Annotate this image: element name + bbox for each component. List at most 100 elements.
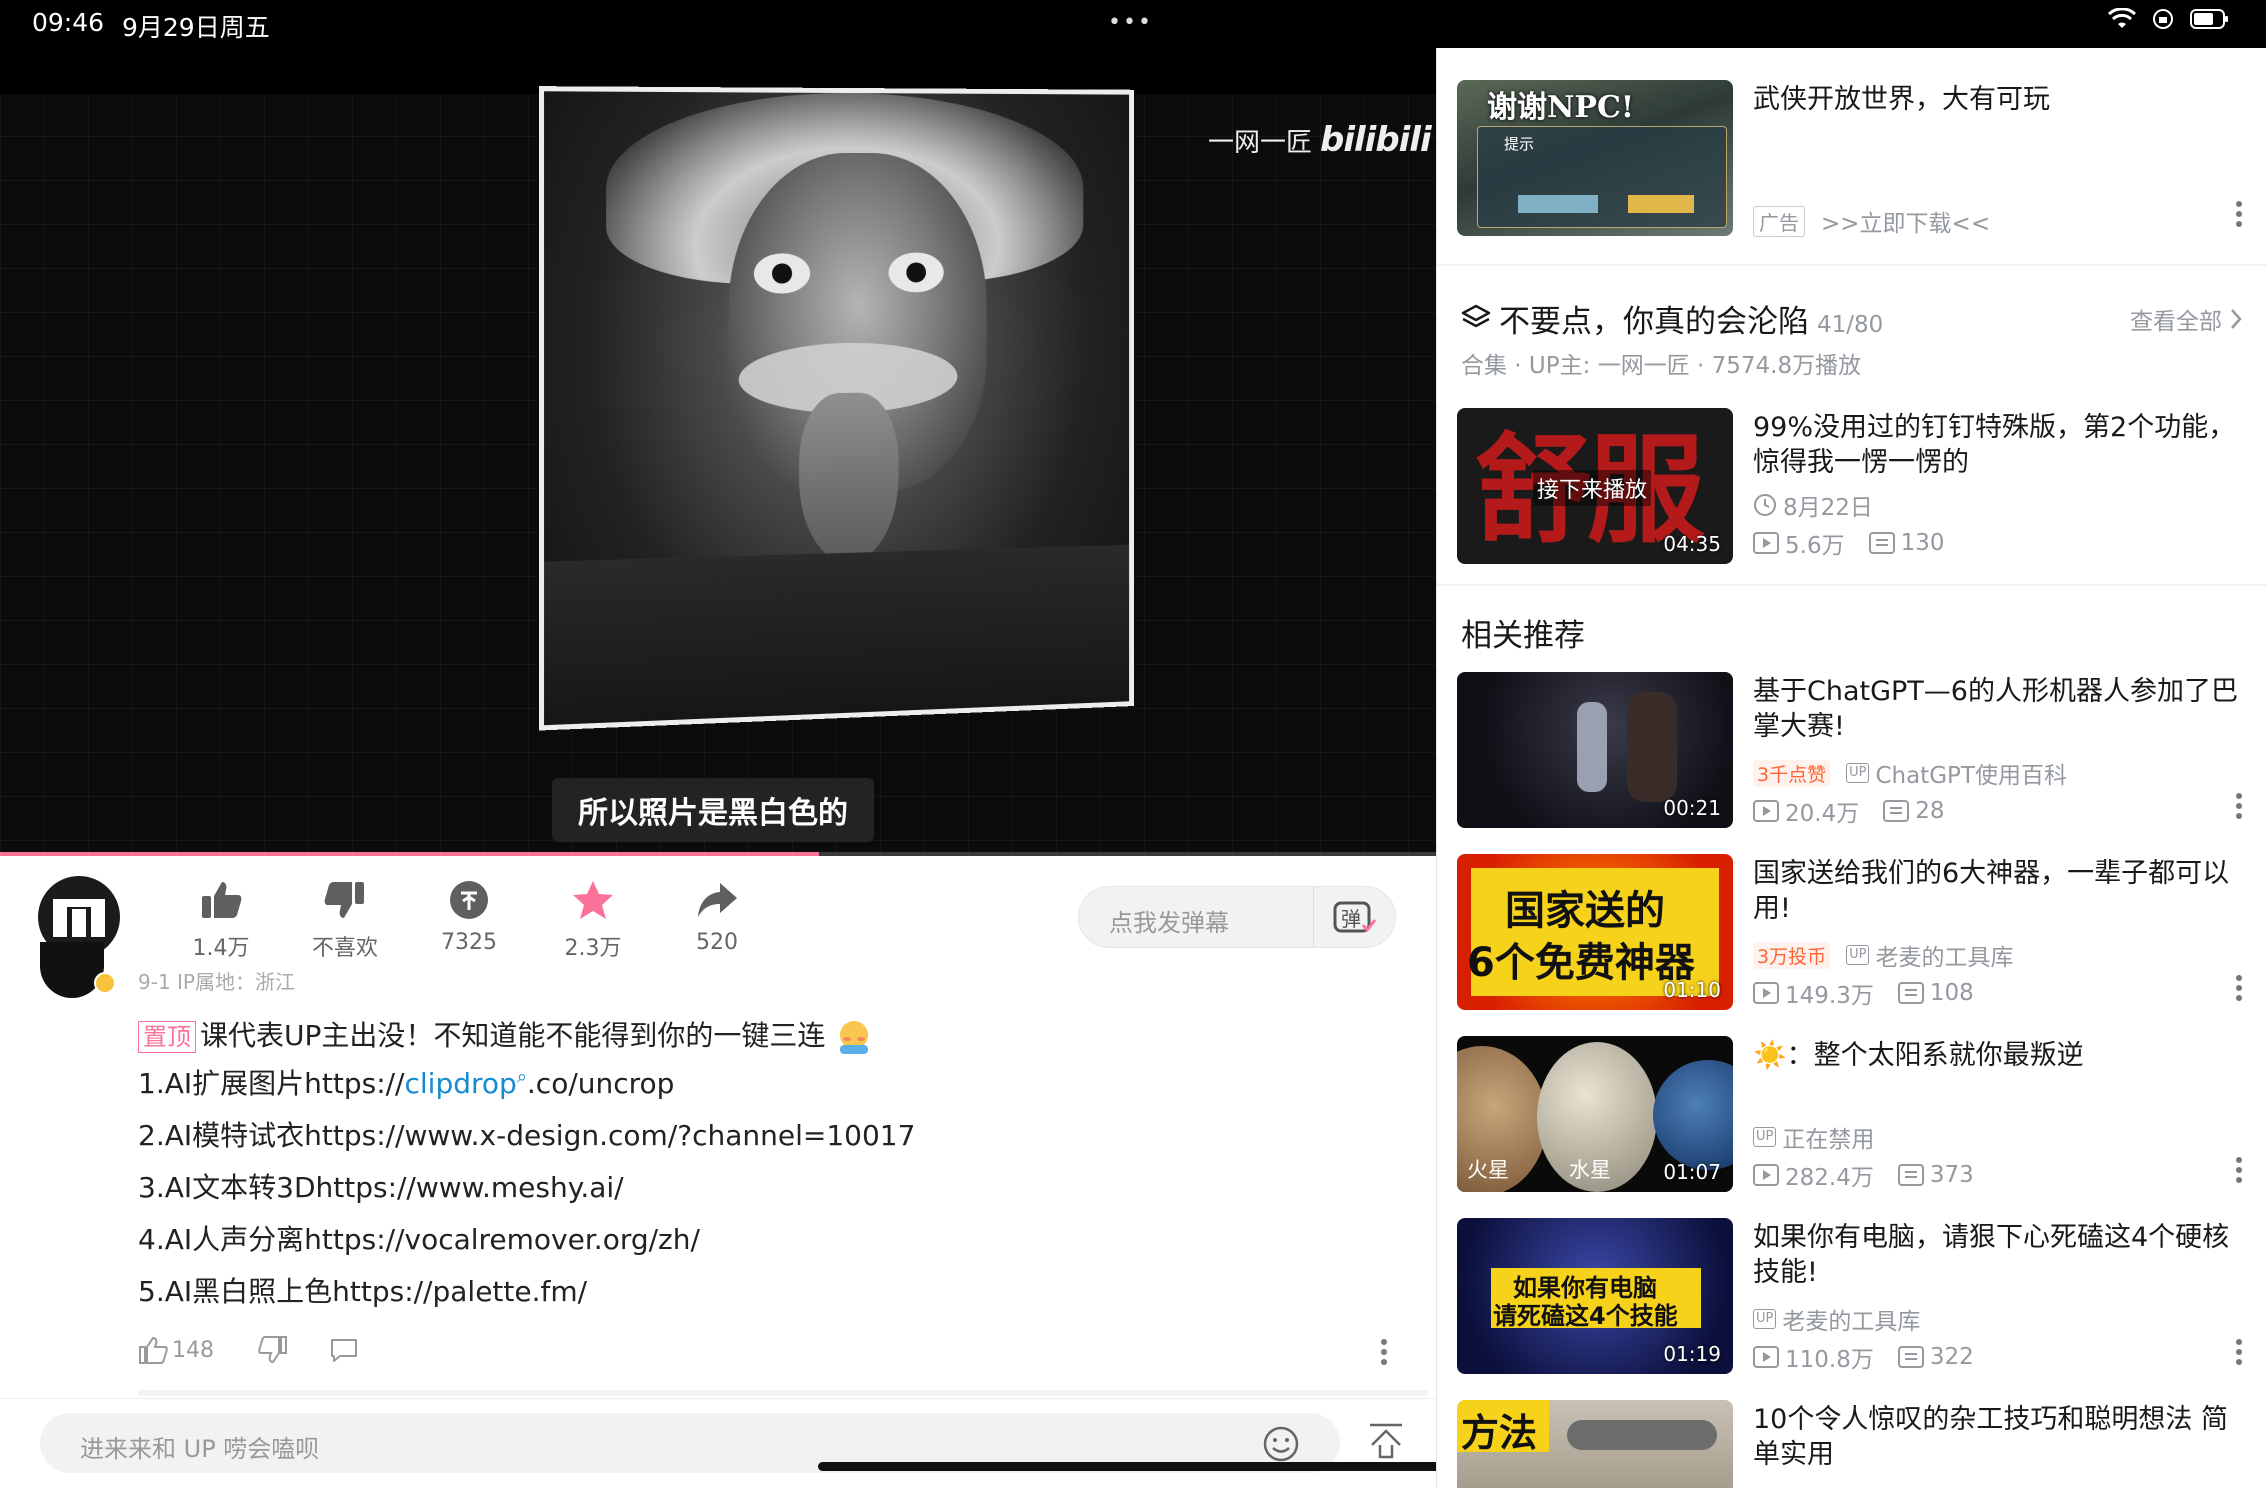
comment-more-icon[interactable]: [1380, 1338, 1388, 1366]
person-figure: [1627, 692, 1677, 802]
related-up-row: 3千点赞 UP ChatGPT使用百科: [1753, 756, 2067, 790]
related-title[interactable]: 如果你有电脑，请狠下心死磕这4个硬核技能!: [1753, 1220, 2243, 1290]
search-icon[interactable]: ⌕: [517, 1067, 527, 1088]
multitasking-dots-icon[interactable]: •••: [1108, 10, 1153, 35]
related-up-name[interactable]: ChatGPT使用百科: [1875, 756, 2067, 790]
next-video-card[interactable]: 舒服 接下来播放 04:35 99%没用过的钉钉特殊版，第2个功能，惊得我一愣一…: [1457, 408, 2257, 568]
commenter-badge-icon: [94, 972, 116, 994]
coin-button[interactable]: 7325: [414, 876, 524, 955]
layers-icon: [1461, 304, 1491, 328]
ad-thumbnail[interactable]: 谢谢NPC! 提示: [1457, 80, 1733, 236]
related-thumbnail[interactable]: 火星 水星 01:07: [1457, 1036, 1733, 1192]
related-stats: 149.3万 108: [1753, 976, 1974, 1010]
danmaku-count-icon: [1897, 1164, 1924, 1186]
up-tag-icon: UP: [1846, 763, 1870, 783]
scroll-to-top-icon[interactable]: [1366, 1421, 1406, 1461]
view-all-link[interactable]: 查看全部: [2130, 302, 2242, 336]
favorite-button[interactable]: 2.3万: [538, 876, 648, 962]
danmaku-icon-text: 弹: [1341, 907, 1361, 931]
home-indicator[interactable]: [818, 1462, 1448, 1471]
play-count-icon: [1753, 982, 1779, 1004]
next-video-date: 8月22日: [1783, 495, 1873, 521]
related-video-card[interactable]: 00:21 基于ChatGPT—6的人形机器人参加了巴掌大赛! 3千点赞 UP …: [1457, 672, 2257, 832]
related-more-icon[interactable]: [2235, 1156, 2243, 1188]
related-video-card[interactable]: 火星 水星 01:07 ☀️：整个太阳系就你最叛逆 UP 正在禁用 282.4万…: [1457, 1036, 2257, 1196]
ad-card[interactable]: 谢谢NPC! 提示 武侠开放世界，大有可玩 广告 >>立即下载<<: [1457, 80, 2257, 240]
emoji-icon[interactable]: [1262, 1425, 1300, 1463]
collection-header[interactable]: 不要点，你真的会沦陷 41/80: [1461, 296, 1883, 341]
video-subtitle: 所以照片是黑白色的: [552, 778, 874, 842]
related-title[interactable]: 10个令人惊叹的杂工技巧和聪明想法 简单实用: [1753, 1402, 2243, 1472]
comment-meta: 9-1 IP属地：浙江: [138, 970, 295, 994]
related-duration: 01:10: [1663, 978, 1721, 1002]
related-up-name[interactable]: 正在禁用: [1782, 1120, 1874, 1154]
related-thumbnail[interactable]: 方法: [1457, 1400, 1733, 1488]
comment-like-button[interactable]: 148: [138, 1336, 214, 1364]
favorite-count: 2.3万: [564, 936, 622, 961]
related-up-row: UP 老麦的工具库: [1753, 1302, 1920, 1336]
uploader-logo-icon: [53, 899, 105, 937]
thumb-line1: 国家送的: [1505, 888, 1665, 934]
status-date: 9月29日周五: [122, 13, 270, 42]
danmaku-toggle-button[interactable]: 弹: [1313, 887, 1395, 947]
related-views: 282.4万: [1785, 1165, 1874, 1191]
next-video-thumbnail[interactable]: 舒服 接下来播放 04:35: [1457, 408, 1733, 564]
thumbs-down-outline-icon[interactable]: [258, 1336, 288, 1364]
related-more-icon[interactable]: [2235, 974, 2243, 1006]
ad-thumb-dialog: 提示: [1477, 126, 1727, 228]
ad-more-icon[interactable]: [2235, 200, 2243, 232]
photo-tongue: [799, 392, 899, 565]
thumb-line2: 6个免费神器: [1467, 940, 1695, 986]
comment-text-1-suffix: .co/uncrop: [526, 1067, 675, 1100]
next-video-danmaku: 130: [1900, 530, 1945, 556]
comment-line-4: 4.AI人声分离https://vocalremover.org/zh/: [138, 1223, 700, 1256]
related-thumbnail[interactable]: 00:21: [1457, 672, 1733, 828]
blush-emoji-icon: [840, 1021, 869, 1054]
related-more-icon[interactable]: [2235, 792, 2243, 824]
ad-title[interactable]: 武侠开放世界，大有可玩: [1753, 82, 2243, 117]
related-up-name[interactable]: 老麦的工具库: [1782, 1302, 1920, 1336]
star-icon: [573, 881, 613, 919]
related-video-card[interactable]: 如果你有电脑 请死磕这4个技能 01:19 如果你有电脑，请狠下心死磕这4个硬核…: [1457, 1218, 2257, 1378]
related-thumbnail[interactable]: 如果你有电脑 请死磕这4个技能 01:19: [1457, 1218, 1733, 1374]
like-count: 1.4万: [192, 936, 250, 961]
coin-count: 7325: [441, 930, 497, 955]
battery-icon: [2190, 9, 2228, 29]
reply-bubble-icon[interactable]: [328, 1336, 360, 1364]
up-tag-icon: UP: [1846, 945, 1870, 965]
related-title[interactable]: ☀️：整个太阳系就你最叛逆: [1753, 1038, 2243, 1073]
related-more-icon[interactable]: [2235, 1338, 2243, 1370]
dislike-button[interactable]: 不喜欢: [290, 876, 400, 962]
recommendation-panel: 谢谢NPC! 提示 武侠开放世界，大有可玩 广告 >>立即下载<< 不要点，你真…: [1436, 48, 2266, 1488]
thumb-text: 方法: [1461, 1411, 1538, 1455]
video-frame-photo: [538, 86, 1134, 731]
related-up-row: UP 正在禁用: [1753, 1120, 1874, 1154]
thumbs-up-icon: [202, 882, 242, 918]
collection-meta: 合集 · UP主: 一网一匠 · 7574.8万播放: [1461, 353, 1862, 379]
video-player[interactable]: 一网一匠 bilibili 所以照片是黑白色的: [0, 48, 1436, 856]
thumbs-down-icon: [324, 882, 364, 918]
thumb-label-mars: 火星: [1467, 1158, 1509, 1182]
comment-line-5: 5.AI黑白照上色https://palette.fm/: [138, 1275, 588, 1308]
related-thumbnail[interactable]: 国家送的 6个免费神器 01:10: [1457, 854, 1733, 1010]
comment-text-1-prefix: 1.AI扩展图片https://: [138, 1067, 405, 1100]
like-button[interactable]: 1.4万: [166, 876, 276, 962]
danmaku-input[interactable]: 点我发弹幕 弹: [1078, 886, 1396, 948]
comment-line-3: 3.AI文本转3Dhttps://www.meshy.ai/: [138, 1171, 624, 1204]
next-up-overlay: 接下来播放: [1533, 470, 1652, 506]
related-title[interactable]: 基于ChatGPT—6的人形机器人参加了巴掌大赛!: [1753, 674, 2243, 744]
next-video-title[interactable]: 99%没用过的钉钉特殊版，第2个功能，惊得我一愣一愣的: [1753, 410, 2243, 480]
comment-divider: [138, 1390, 1428, 1396]
related-video-card[interactable]: 国家送的 6个免费神器 01:10 国家送给我们的6大神器，一辈子都可以用! 3…: [1457, 854, 2257, 1014]
planet-earth: [1653, 1060, 1733, 1170]
related-up-name[interactable]: 老麦的工具库: [1875, 938, 2013, 972]
comment-link-clipdrop[interactable]: clipdrop: [405, 1067, 517, 1100]
ad-cta[interactable]: >>立即下载<<: [1821, 204, 1990, 238]
share-button[interactable]: 520: [662, 876, 772, 955]
dislike-label: 不喜欢: [311, 936, 378, 961]
share-arrow-icon: [698, 883, 737, 917]
related-views: 20.4万: [1785, 801, 1860, 827]
play-count-icon: [1753, 532, 1779, 554]
related-video-card[interactable]: 方法 10个令人惊叹的杂工技巧和聪明想法 简单实用: [1457, 1400, 2257, 1488]
related-title[interactable]: 国家送给我们的6大神器，一辈子都可以用!: [1753, 856, 2243, 926]
